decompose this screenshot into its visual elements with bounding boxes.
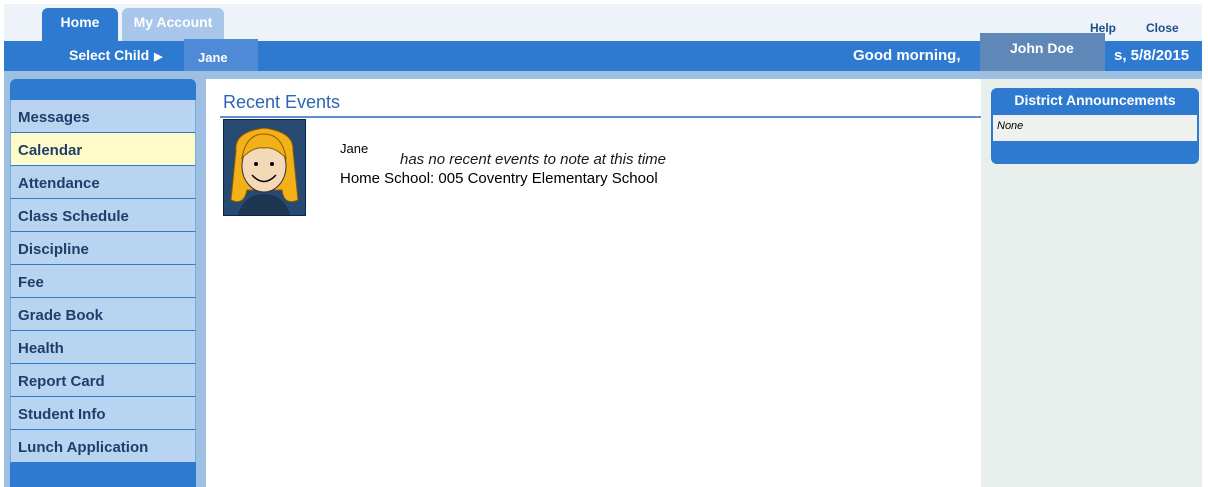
header-bar: Select Child ▶ Jane Good morning, s, 5/8/… [4,33,1202,76]
sidebar-item-grade-book[interactable]: Grade Book [10,298,196,331]
sidebar-item-fee[interactable]: Fee [10,265,196,298]
main-content: Recent Events Jane has no recent events … [206,79,981,487]
sidebar: Messages Calendar Attendance Class Sched… [10,79,196,487]
sidebar-item-discipline[interactable]: Discipline [10,232,196,265]
announcements-body: None [993,115,1197,141]
user-name-tooltip: John Doe [980,33,1105,73]
sidebar-item-student-info[interactable]: Student Info [10,397,196,430]
page-title: Recent Events [223,92,341,112]
announcements-title: District Announcements [1014,92,1176,108]
sidebar-item-attendance[interactable]: Attendance [10,166,196,199]
no-events-message: has no recent events to note at this tim… [400,151,666,168]
select-child-label: Select Child [69,47,150,63]
home-school-text: Home School: 005 Coventry Elementary Sch… [340,170,658,187]
sidebar-item-messages[interactable]: Messages [10,100,196,133]
close-link[interactable]: Close [1146,21,1179,35]
sidebar-item-lunch-application[interactable]: Lunch Application [10,430,196,463]
caret-right-icon: ▶ [154,51,163,63]
date-text: s, 5/8/2015 [1114,47,1190,64]
greeting-text: Good morning, [853,47,961,64]
student-avatar [223,119,306,216]
announcements-empty-text: None [997,120,1024,132]
select-child-button[interactable]: Select Child ▶ [69,47,163,63]
sidebar-item-calendar[interactable]: Calendar [10,133,196,166]
right-panel: District Announcements None [981,79,1202,487]
sidebar-item-report-card[interactable]: Report Card [10,364,196,397]
district-announcements-box: District Announcements None [991,88,1199,164]
title-divider [220,116,981,118]
sidebar-item-class-schedule[interactable]: Class Schedule [10,199,196,232]
tab-home[interactable]: Home [42,8,118,45]
student-name: Jane [340,141,369,156]
sidebar-item-health[interactable]: Health [10,331,196,364]
